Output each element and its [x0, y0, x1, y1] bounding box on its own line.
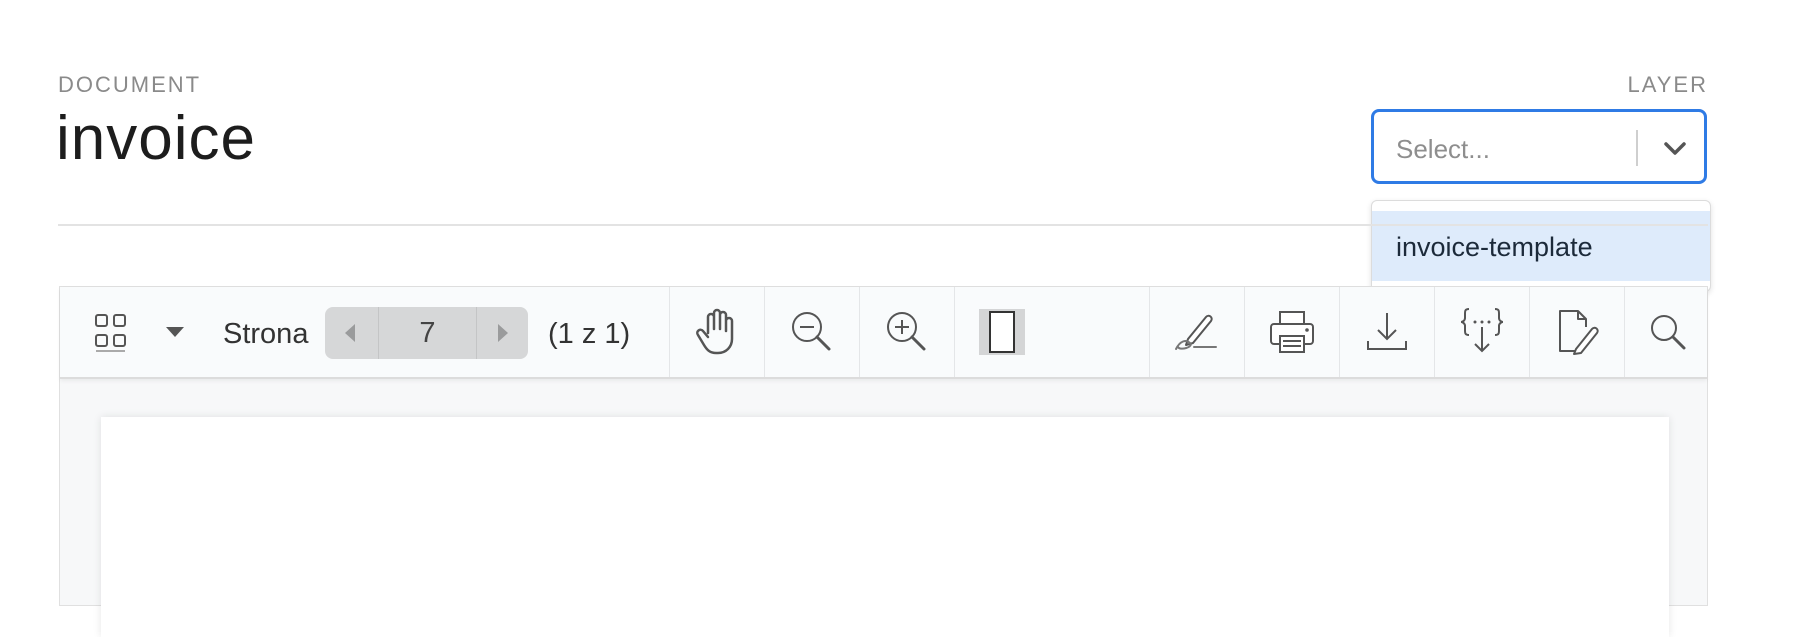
fit-page-icon — [979, 309, 1025, 355]
sidebar-options-button[interactable] — [155, 287, 195, 377]
export-data-icon — [1460, 308, 1504, 353]
sign-icon — [1175, 314, 1217, 350]
layer-label: LAYER — [1627, 72, 1708, 97]
document-title: invoice — [56, 104, 256, 173]
search-icon — [1651, 315, 1686, 350]
page-navigator: 7 — [325, 307, 528, 359]
zoom-in-button[interactable] — [860, 287, 954, 377]
previous-page-button[interactable] — [325, 307, 377, 359]
fit-page-button[interactable] — [955, 287, 1049, 377]
layer-select[interactable]: Select... — [1371, 109, 1707, 184]
download-button[interactable] — [1340, 287, 1434, 377]
chevron-down-icon[interactable] — [1660, 134, 1690, 164]
thumbnails-button[interactable] — [80, 287, 140, 377]
viewer-toolbar: Strona 7 (1 z 1) — [60, 287, 1707, 379]
layer-select-placeholder: Select... — [1396, 134, 1490, 164]
zoom-out-icon — [792, 312, 831, 351]
select-separator — [1636, 130, 1638, 166]
print-button[interactable] — [1245, 287, 1339, 377]
edit-document-icon — [1559, 310, 1599, 355]
document-page — [101, 417, 1669, 637]
document-label: DOCUMENT — [58, 72, 202, 97]
header-divider — [58, 224, 1708, 226]
edit-document-button[interactable] — [1530, 287, 1624, 377]
hand-tool-icon — [696, 308, 734, 355]
zoom-out-button[interactable] — [765, 287, 859, 377]
pdf-viewer: Strona 7 (1 z 1) — [59, 286, 1708, 637]
page-number-input[interactable]: 7 — [378, 307, 477, 359]
dropdown-option-label: invoice-template — [1396, 232, 1593, 262]
hand-tool-button[interactable] — [670, 287, 764, 377]
sign-button[interactable] — [1150, 287, 1244, 377]
next-page-icon — [498, 324, 508, 342]
layer-dropdown-menu: invoice-template — [1371, 200, 1711, 292]
thumbnails-icon — [95, 314, 126, 352]
dropdown-option-invoice-template[interactable]: invoice-template — [1372, 211, 1710, 281]
previous-page-icon — [345, 324, 355, 342]
dropdown-caret-icon — [166, 327, 184, 337]
zoom-in-icon — [887, 312, 926, 351]
next-page-button[interactable] — [476, 307, 528, 359]
export-data-button[interactable] — [1435, 287, 1529, 377]
page-label: Strona — [223, 318, 309, 350]
search-button[interactable] — [1625, 287, 1709, 377]
download-icon — [1367, 313, 1407, 350]
print-icon — [1270, 311, 1314, 353]
page-count: (1 z 1) — [548, 318, 631, 350]
